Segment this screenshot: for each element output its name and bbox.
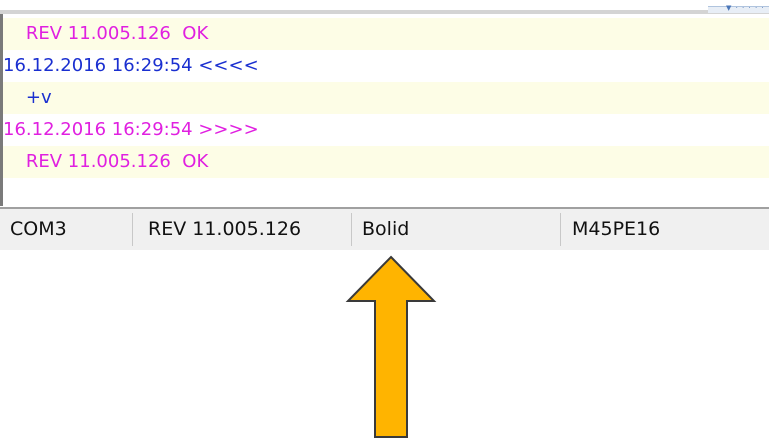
terminal-window: ▼ · · · · · REV 11.005.126 OK 16.12.2016… bbox=[0, 0, 769, 256]
log-line: 16.12.2016 16:29:54 >>>> bbox=[3, 114, 769, 146]
log-line: +v bbox=[3, 82, 769, 114]
status-divider bbox=[351, 213, 352, 246]
log-line: REV 11.005.126 OK bbox=[3, 18, 769, 50]
log-output: REV 11.005.126 OK 16.12.2016 16:29:54 <<… bbox=[0, 14, 769, 206]
log-line: 16.12.2016 16:29:54 <<<< bbox=[3, 50, 769, 82]
status-divider bbox=[560, 213, 561, 246]
status-revision: REV 11.005.126 bbox=[148, 218, 302, 240]
status-chip: M45PE16 bbox=[572, 218, 661, 240]
scroll-grip-icon[interactable]: ▼ · · · · · bbox=[708, 5, 769, 13]
log-line: REV 11.005.126 OK bbox=[3, 146, 769, 178]
status-divider bbox=[132, 213, 133, 246]
status-bar: COM3 REV 11.005.126 Bolid M45PE16 bbox=[0, 207, 769, 250]
status-device: Bolid bbox=[362, 218, 410, 240]
up-arrow-icon bbox=[345, 255, 437, 438]
status-port: COM3 bbox=[10, 218, 67, 240]
